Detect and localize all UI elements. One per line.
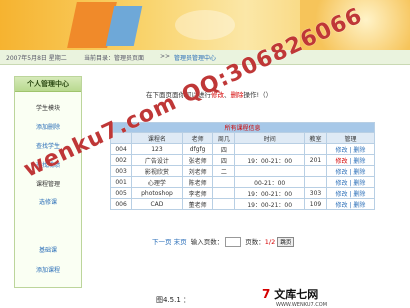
last-page-link[interactable]: 末页 bbox=[174, 238, 187, 246]
cell-manage: 修改 | 删除 bbox=[325, 154, 376, 166]
cell-name: 广告设计 bbox=[131, 154, 183, 166]
table-row: 006 CAD 董老师 19：00-21：00 109 修改 | 删除 bbox=[109, 198, 376, 210]
sidebar: 个人管理中心 学生模块 添加删除 查找学生 查找成绩 课程管理 选修课 基础课 … bbox=[14, 76, 82, 288]
column-header: 周几 bbox=[212, 132, 236, 144]
edit-link[interactable]: 修改 bbox=[336, 191, 348, 198]
cell-manage: 修改 | 删除 bbox=[325, 187, 376, 199]
breadcrumb-current[interactable]: 管理员管理中心 bbox=[174, 53, 216, 62]
cell-time: 00-21：00 bbox=[234, 176, 306, 188]
sidebar-section-course: 课程管理 bbox=[35, 181, 60, 188]
brand-mark: 7 bbox=[262, 287, 271, 301]
cell-teacher: 张老师 bbox=[181, 154, 214, 166]
cell-name: CAD bbox=[131, 198, 183, 210]
table-row: 003 影视欣赏 刘老师 二 修改 | 删除 bbox=[109, 165, 376, 177]
jump-page-button[interactable]: 跳页 bbox=[277, 237, 295, 247]
course-table: 所有课程信息 课程名 老师 周几 时间 教室 管理 004 123 dfgfg … bbox=[109, 122, 376, 210]
page-info-label: 页数： bbox=[245, 238, 265, 246]
table-row: 001 心理学 陈老师 00-21：00 修改 | 删除 bbox=[109, 176, 376, 188]
cell-room bbox=[304, 165, 327, 177]
delete-link[interactable]: 删除 bbox=[353, 180, 365, 187]
breadcrumb-separator: >> bbox=[160, 53, 171, 60]
notice-part: 操作!（） bbox=[243, 91, 273, 99]
date-text: 2007年5月8日 星期二 bbox=[6, 55, 67, 62]
cell-time: 19：00-21：00 bbox=[234, 198, 306, 210]
delete-link[interactable]: 删除 bbox=[353, 147, 365, 154]
cell-day bbox=[212, 176, 236, 188]
sidebar-item-elective[interactable]: 选修课 bbox=[15, 197, 81, 206]
cell-id: 001 bbox=[109, 176, 133, 188]
cell-teacher: 刘老师 bbox=[181, 165, 214, 177]
edit-link[interactable]: 修改 bbox=[336, 180, 348, 187]
cell-time: 19：00-21：00 bbox=[234, 187, 306, 199]
brand-logo: 7 文库七网 WWW.WENKU7.COM bbox=[262, 286, 327, 308]
edit-link[interactable]: 修改 bbox=[336, 169, 348, 176]
delete-link[interactable]: 删除 bbox=[353, 202, 365, 209]
cell-room: 303 bbox=[304, 187, 327, 199]
table-row: 002 广告设计 张老师 四 19：00-21：00 201 修改 | 删除 bbox=[109, 154, 376, 166]
cell-name: 心理学 bbox=[131, 176, 183, 188]
cell-id: 006 bbox=[109, 198, 133, 210]
cell-id: 004 bbox=[109, 143, 133, 155]
cell-id: 002 bbox=[109, 154, 133, 166]
cell-teacher: 董老师 bbox=[181, 198, 214, 210]
cell-manage: 修改 | 删除 bbox=[325, 198, 376, 210]
cell-teacher: dfgfg bbox=[181, 143, 214, 155]
cell-manage: 修改 | 删除 bbox=[325, 176, 376, 188]
cell-name: photoshop bbox=[131, 187, 183, 199]
sidebar-item-add-delete[interactable]: 添加删除 bbox=[15, 122, 81, 131]
cell-time bbox=[234, 165, 306, 177]
cell-id: 003 bbox=[109, 165, 133, 177]
cell-day bbox=[212, 187, 236, 199]
cell-room bbox=[304, 143, 327, 155]
breadcrumb-bar: 2007年5月8日 星期二 当前目录：管理员页面 >> 管理员管理中心 bbox=[0, 50, 410, 65]
cell-id: 005 bbox=[109, 187, 133, 199]
pagination: 下一页 末页 输入页数： 页数：1/2 跳页 bbox=[152, 236, 295, 247]
edit-link[interactable]: 修改 bbox=[336, 158, 348, 165]
breadcrumb-location: 当前目录：管理员页面 bbox=[84, 55, 145, 62]
sidebar-section-student: 学生模块 bbox=[35, 105, 60, 112]
cell-room bbox=[304, 176, 327, 188]
cell-name: 123 bbox=[131, 143, 183, 155]
edit-link[interactable]: 修改 bbox=[336, 147, 348, 154]
column-header: 管理 bbox=[325, 132, 376, 144]
cell-teacher: 陈老师 bbox=[181, 176, 214, 188]
delete-link[interactable]: 删除 bbox=[353, 169, 365, 176]
delete-link[interactable]: 删除 bbox=[353, 191, 365, 198]
cell-manage: 修改 | 删除 bbox=[325, 165, 376, 177]
page-number-input[interactable] bbox=[225, 237, 242, 247]
brand-text: 文库七网 bbox=[274, 288, 319, 301]
sidebar-item-add-course[interactable]: 添加课程 bbox=[15, 265, 81, 274]
sidebar-item-basic[interactable]: 基础课 bbox=[15, 245, 81, 254]
table-row: 004 123 dfgfg 四 修改 | 删除 bbox=[109, 143, 376, 155]
column-header: 教室 bbox=[304, 132, 327, 144]
column-header: 老师 bbox=[181, 132, 214, 144]
cell-day bbox=[212, 198, 236, 210]
cell-time bbox=[234, 143, 306, 155]
figure-caption: 图4.5.1 ： bbox=[156, 296, 191, 304]
page-info-value: 1/2 bbox=[264, 238, 276, 246]
delete-link[interactable]: 删除 bbox=[353, 158, 365, 165]
cell-teacher: 李老师 bbox=[181, 187, 214, 199]
notice-delete-word: 删除 bbox=[230, 91, 244, 99]
banner-decoration bbox=[175, 10, 235, 40]
sidebar-title: 个人管理中心 bbox=[15, 77, 81, 92]
edit-link[interactable]: 修改 bbox=[336, 202, 348, 209]
brand-url: WWW.WENKU7.COM bbox=[276, 302, 328, 308]
cell-manage: 修改 | 删除 bbox=[325, 143, 376, 155]
column-header: 课程名 bbox=[131, 132, 183, 144]
cell-time: 19：00-21：00 bbox=[234, 154, 306, 166]
column-header: 时间 bbox=[234, 132, 306, 144]
table-row: 005 photoshop 李老师 19：00-21：00 303 修改 | 删… bbox=[109, 187, 376, 199]
cell-name: 影视欣赏 bbox=[131, 165, 183, 177]
cell-room: 201 bbox=[304, 154, 327, 166]
next-page-link[interactable]: 下一页 bbox=[152, 238, 172, 246]
goto-label: 输入页数： bbox=[190, 238, 224, 246]
cell-day: 四 bbox=[212, 143, 236, 155]
cell-day: 四 bbox=[212, 154, 236, 166]
cell-day: 二 bbox=[212, 165, 236, 177]
cell-room: 109 bbox=[304, 198, 327, 210]
